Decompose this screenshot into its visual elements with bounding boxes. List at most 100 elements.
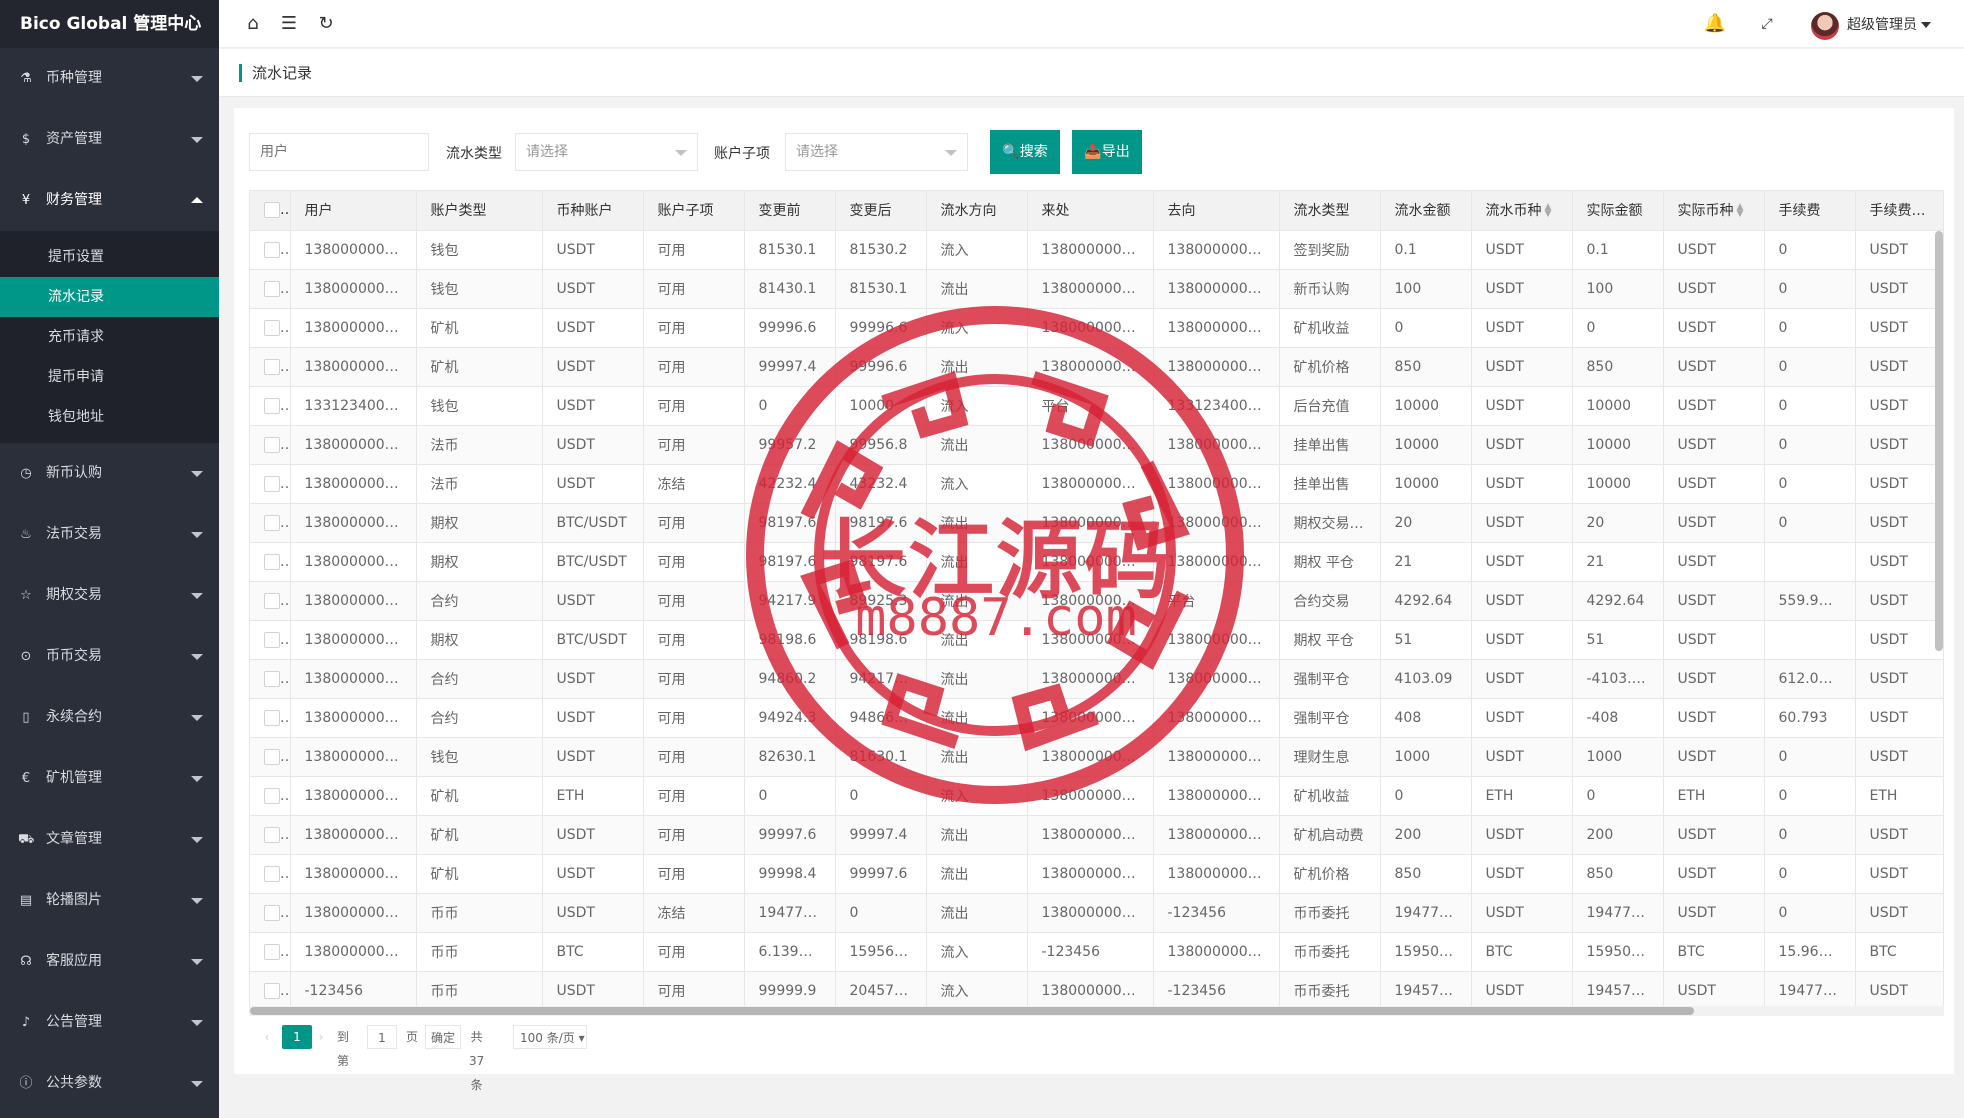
submenu-item[interactable]: 充币请求	[0, 317, 219, 357]
goto-confirm-button[interactable]: 确定	[425, 1025, 461, 1049]
page-size-select[interactable]: 100 条/页 ▾	[513, 1025, 587, 1049]
sidebar-item[interactable]: ⛟ 文章管理	[0, 809, 219, 870]
chevron-down-icon	[191, 1081, 203, 1087]
sidebar-item[interactable]: ♪ 公告管理	[0, 992, 219, 1053]
sidebar-item[interactable]: ⊙ 币币交易	[0, 626, 219, 687]
table-row[interactable]: 13800000000 矿机 USDT 可用 99996.6 99996.6 流入 13800…	[250, 308, 1943, 348]
row-checkbox[interactable]	[264, 709, 280, 726]
table-row[interactable]: 13800000000 矿机 USDT 可用 99997.4 99996.6 流出 13800…	[250, 347, 1943, 387]
prev-page-icon[interactable]: ‹	[261, 1025, 273, 1049]
table-row[interactable]: 13800000000 期权 BTC/USDT 可用 98198.6 98198.6 流出 1…	[250, 620, 1943, 660]
vertical-scrollbar[interactable]	[1935, 231, 1943, 651]
row-checkbox[interactable]	[264, 943, 280, 960]
sort-icon[interactable]: ▲ ▼	[1737, 203, 1744, 219]
flow-type-select[interactable]: 请选择	[515, 133, 698, 171]
sidebar-item[interactable]: ☊ 客服应用	[0, 931, 219, 992]
user-search-input[interactable]	[249, 133, 429, 171]
table-row[interactable]: 13800000000 矿机 USDT 可用 99997.6 99997.4 流出 13800…	[250, 815, 1943, 855]
table-row[interactable]: 13800000000 钱包 USDT 可用 81530.1 81530.2 流入 13800…	[250, 230, 1943, 270]
admin-user-menu[interactable]: 超级管理员	[1847, 14, 1931, 34]
row-checkbox[interactable]	[264, 358, 280, 375]
sidebar-item[interactable]: $ 资产管理	[0, 109, 219, 170]
row-checkbox[interactable]	[264, 241, 280, 258]
fullscreen-icon[interactable]: ⤢	[1755, 12, 1779, 36]
table-row[interactable]: -123456 币币 USDT 可用 99999.9 20457.11 流入 13800000…	[250, 971, 1943, 1007]
breadcrumb-bar: 流水记录	[219, 49, 1964, 97]
row-checkbox[interactable]	[264, 592, 280, 609]
sidebar-item[interactable]: € 矿机管理	[0, 748, 219, 809]
table-cell: USDT	[1663, 425, 1765, 465]
account-sub-select[interactable]: 请选择	[785, 133, 968, 171]
table-row[interactable]: 13800000000 合约 USDT 可用 94924.3 94866.33 流出 1380…	[250, 698, 1943, 738]
table-cell: 可用	[643, 269, 745, 309]
avatar[interactable]	[1811, 12, 1839, 40]
table-cell: BTC/USDT	[542, 542, 644, 582]
row-checkbox[interactable]	[264, 826, 280, 843]
sidebar-item[interactable]: ♨ 法币交易	[0, 504, 219, 565]
table-row[interactable]: 13800000000 法币 USDT 冻结 42232.4 43232.4 流入 13800…	[250, 464, 1943, 504]
export-button[interactable]: 📤导出	[1072, 130, 1142, 174]
row-checkbox[interactable]	[264, 787, 280, 804]
table-row[interactable]: 13800000000 钱包 USDT 可用 82630.1 81630.1 流出 13800…	[250, 737, 1943, 777]
column-header[interactable]: 实际币种 ▲ ▼	[1663, 191, 1765, 231]
table-row[interactable]: 13800000000 矿机 USDT 可用 99998.4 99997.6 流出 13800…	[250, 854, 1943, 894]
row-checkbox[interactable]	[264, 514, 280, 531]
submenu-item[interactable]: 流水记录	[0, 277, 219, 317]
table-row[interactable]: 13800000000 币币 USDT 冻结 19477.86 0 流出 1380000000…	[250, 893, 1943, 933]
horizontal-scrollbar[interactable]	[250, 1007, 1694, 1015]
table-cell: 币币委托	[1279, 893, 1381, 933]
table-row[interactable]: 13800000000 币币 BTC 可用 6.139754 15956.69 流入 -123…	[250, 932, 1943, 972]
column-header[interactable]: 流水币种 ▲ ▼	[1471, 191, 1573, 231]
row-checkbox[interactable]	[264, 280, 280, 297]
submenu-item[interactable]: 提币申请	[0, 357, 219, 397]
row-checkbox[interactable]	[264, 865, 280, 882]
table-cell: 15950.55	[1572, 932, 1664, 972]
submenu-item[interactable]: 提币设置	[0, 237, 219, 277]
sidebar-item[interactable]: ☆ 期权交易	[0, 565, 219, 626]
sidebar-item[interactable]: ¥ 财务管理	[0, 170, 219, 231]
row-checkbox[interactable]	[264, 904, 280, 921]
row-checkbox[interactable]	[264, 631, 280, 648]
table-row[interactable]: 13800000000 钱包 USDT 可用 81430.1 81530.1 流出 13800…	[250, 269, 1943, 309]
row-checkbox[interactable]	[264, 553, 280, 570]
bell-icon[interactable]: 🔔	[1703, 12, 1727, 36]
table-row[interactable]: 13800000000 法币 USDT 可用 99957.2 99956.8 流出 13800…	[250, 425, 1943, 465]
sidebar-item-label: 法币交易	[46, 526, 102, 542]
goto-page-input[interactable]: 1	[367, 1025, 397, 1049]
refresh-icon[interactable]: ↻	[314, 12, 338, 36]
row-checkbox[interactable]	[264, 670, 280, 687]
submenu-item[interactable]: 钱包地址	[0, 397, 219, 437]
table-row[interactable]: 13312340001 钱包 USDT 可用 0 10000 流入 平台 13312340001…	[250, 386, 1943, 426]
select-all-checkbox[interactable]	[264, 202, 280, 219]
row-checkbox[interactable]	[264, 982, 280, 999]
table-cell: 可用	[643, 425, 745, 465]
next-page-icon[interactable]: ›	[315, 1025, 327, 1049]
table-cell: -123456	[1027, 932, 1154, 972]
table-cell: 13800000000	[290, 737, 417, 777]
row-checkbox[interactable]	[264, 436, 280, 453]
sidebar-item[interactable]: ◷ 新币认购	[0, 443, 219, 504]
search-button[interactable]: 🔍搜索	[990, 130, 1060, 174]
table-cell: USDT	[1471, 854, 1573, 894]
row-checkbox[interactable]	[264, 475, 280, 492]
sort-icon[interactable]: ▲ ▼	[1545, 203, 1552, 219]
sidebar-item[interactable]: ▤ 轮播图片	[0, 870, 219, 931]
page-current[interactable]: 1	[282, 1025, 312, 1049]
home-icon[interactable]: ⌂	[241, 12, 265, 36]
table-row[interactable]: 13800000000 合约 USDT 可用 94860.2 94217.97 流出 1380…	[250, 659, 1943, 699]
table-cell: USDT	[542, 347, 644, 387]
sidebar-item[interactable]: ▯ 永续合约	[0, 687, 219, 748]
table-row[interactable]: 13800000000 期权 BTC/USDT 可用 98197.6 98197.6 流出 1…	[250, 542, 1943, 582]
menu-collapse-icon[interactable]: ☰	[277, 12, 301, 36]
row-checkbox[interactable]	[264, 319, 280, 336]
sidebar-item[interactable]: ⚗ 币种管理	[0, 48, 219, 109]
table-cell: 挂单出售	[1279, 464, 1381, 504]
row-checkbox[interactable]	[264, 397, 280, 414]
sidebar-item[interactable]: ⓘ 公共参数	[0, 1053, 219, 1114]
table-row[interactable]: 13800000000 合约 USDT 可用 94217.9 89925.3 流出 13800…	[250, 581, 1943, 621]
table-row[interactable]: 13800000000 期权 BTC/USDT 可用 98197.6 98197.6 流出 1…	[250, 503, 1943, 543]
table-cell: 13800000000	[290, 815, 417, 855]
row-checkbox[interactable]	[264, 748, 280, 765]
table-cell: USDT	[1855, 230, 1943, 270]
table-row[interactable]: 13800000000 矿机 ETH 可用 0 0 流入 13800000000 1380000…	[250, 776, 1943, 816]
